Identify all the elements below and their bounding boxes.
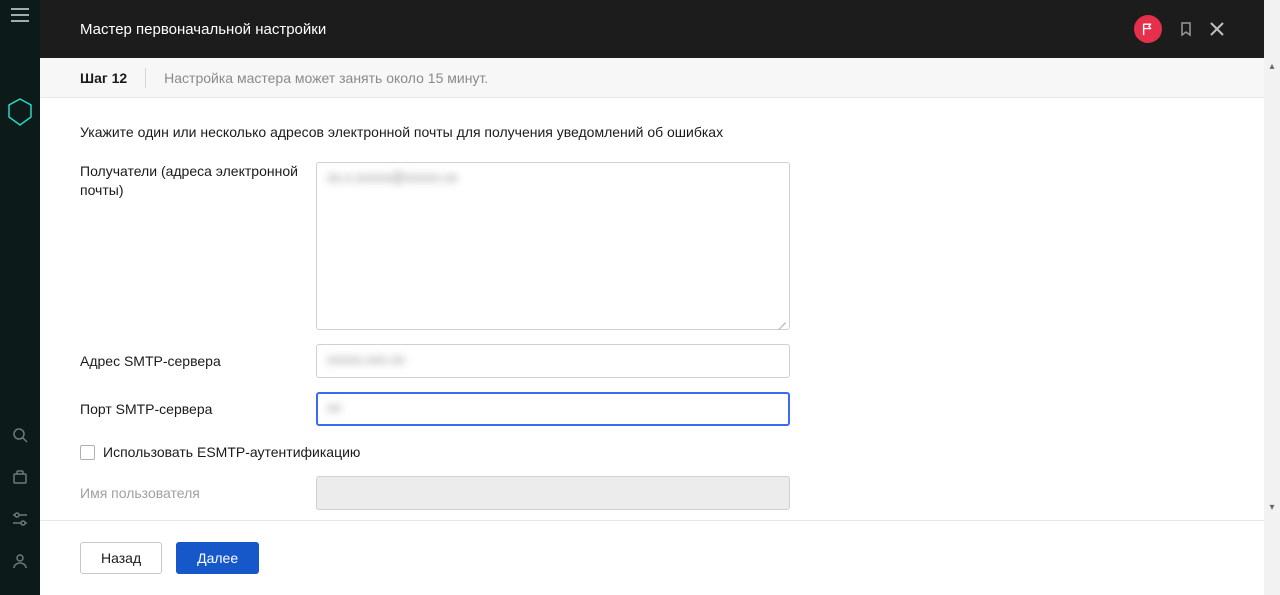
recipients-value: xx.x.xxxxx@xxxxx.xx <box>327 169 458 185</box>
esmtp-checkbox[interactable] <box>80 445 95 460</box>
menu-icon[interactable] <box>11 8 29 22</box>
app-sidebar <box>0 0 40 595</box>
smtp-port-label: Порт SMTP-сервера <box>80 400 316 419</box>
user-icon[interactable] <box>12 553 28 569</box>
bookmark-icon[interactable] <box>1178 21 1194 37</box>
report-button[interactable] <box>1134 15 1162 43</box>
modal-header: Мастер первоначальной настройки <box>40 0 1264 58</box>
recipients-label: Получатели (адреса электронной почты) <box>80 162 316 200</box>
smtp-address-value: xxxxx.xxx.xx <box>327 351 405 367</box>
step-number: Шаг 12 <box>80 70 127 86</box>
smtp-address-label: Адрес SMTP-сервера <box>80 352 316 371</box>
intro-text: Укажите один или несколько адресов элект… <box>80 124 1224 140</box>
search-icon[interactable] <box>12 427 28 443</box>
smtp-port-value: xx <box>327 399 341 415</box>
wizard-modal: Мастер первоначальной настройки Шаг 12 Н… <box>40 0 1264 595</box>
esmtp-label: Использовать ESMTP-аутентификацию <box>103 444 360 460</box>
page-scrollbar[interactable]: ▴ ▾ <box>1264 0 1280 595</box>
next-button[interactable]: Далее <box>176 542 259 574</box>
logo-icon <box>6 98 34 126</box>
smtp-address-input[interactable]: xxxxx.xxx.xx <box>316 344 790 378</box>
modal-title: Мастер первоначальной настройки <box>80 21 326 38</box>
username-label: Имя пользователя <box>80 484 316 503</box>
step-bar: Шаг 12 Настройка мастера может занять ок… <box>40 58 1264 98</box>
briefcase-icon[interactable] <box>12 469 28 485</box>
sliders-icon[interactable] <box>12 511 28 527</box>
recipients-textarea[interactable]: xx.x.xxxxx@xxxxx.xx <box>316 162 790 330</box>
username-input <box>316 476 790 510</box>
smtp-port-input[interactable]: xx <box>316 392 790 426</box>
scroll-down-icon[interactable]: ▾ <box>1264 499 1280 515</box>
divider <box>145 68 146 88</box>
step-hint: Настройка мастера может занять около 15 … <box>164 70 488 86</box>
close-icon[interactable] <box>1210 22 1224 36</box>
back-button[interactable]: Назад <box>80 542 162 574</box>
scroll-up-icon[interactable]: ▴ <box>1264 58 1280 74</box>
scroll-track[interactable] <box>1264 74 1280 499</box>
resize-handle-icon[interactable] <box>776 316 786 326</box>
wizard-footer: Назад Далее <box>40 520 1264 595</box>
